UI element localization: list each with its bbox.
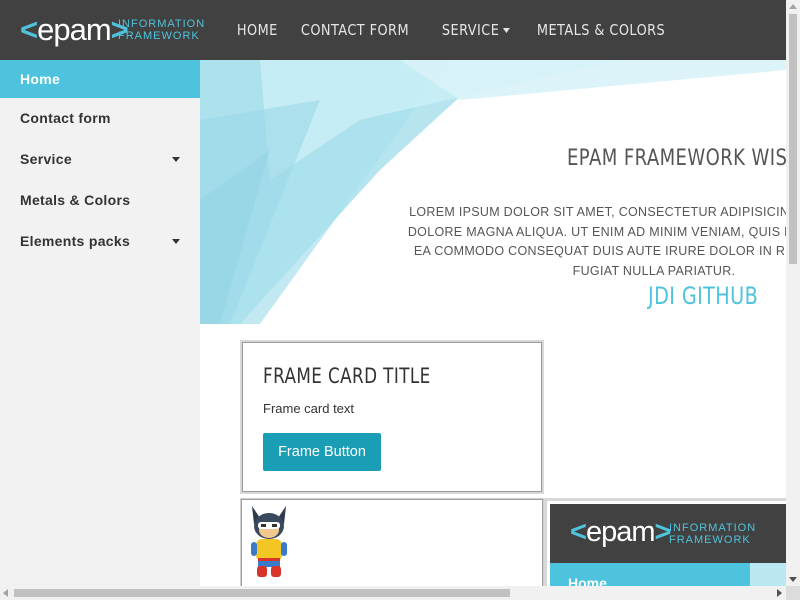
frame-card-title: FRAME CARD TITLE	[263, 364, 431, 388]
sidebar-item-elements-packs[interactable]: Elements packs	[0, 221, 200, 262]
scroll-up-icon[interactable]	[789, 4, 797, 9]
mini-epam-logo: <epam>	[570, 516, 671, 548]
sidebar-item-contact-form[interactable]: Contact form	[0, 98, 200, 139]
hero-text: LOREM IPSUM DOLOR SIT AMET, CONSECTETUR …	[334, 203, 786, 281]
sidebar-item-home[interactable]: Home	[0, 60, 200, 98]
logo-subtitle: INFORMATION FRAMEWORK	[118, 18, 205, 42]
caret-down-icon	[172, 239, 180, 244]
mini-header: <epam> INFORMATION FRAMEWORK	[550, 504, 786, 563]
horizontal-scroll-thumb[interactable]	[14, 589, 510, 597]
vertical-scroll-thumb[interactable]	[789, 14, 797, 264]
hero-title: EPAM FRAMEWORK WIS	[567, 146, 786, 171]
wolverine-icon	[251, 506, 287, 577]
nav-home[interactable]: HOME	[224, 0, 291, 60]
hero-banner: EPAM FRAMEWORK WIS LOREM IPSUM DOLOR SIT…	[200, 60, 786, 324]
top-nav: HOME CONTACT FORM SERVICE METALS & COLOR…	[224, 0, 689, 60]
mini-logo-subtitle-line1: INFORMATION	[669, 522, 757, 534]
epam-logo-mark: <epam>	[20, 12, 129, 47]
nav-service[interactable]: SERVICE	[429, 0, 523, 60]
mini-logo-text: epam	[585, 516, 656, 548]
sidebar: Home Contact form Service Metals & Color…	[0, 60, 200, 600]
hero-text-line: EA COMMODO CONSEQUAT DUIS AUTE IRURE DOL…	[413, 244, 786, 258]
vertical-scrollbar[interactable]	[786, 0, 800, 586]
logo-text: epam	[37, 12, 112, 47]
scroll-left-icon[interactable]	[3, 589, 8, 597]
scroll-down-icon[interactable]	[789, 577, 797, 582]
epam-logo[interactable]: <epam>	[20, 12, 129, 47]
frame-card-text: Frame card text	[263, 401, 355, 416]
nav-contact-form[interactable]: CONTACT FORM	[288, 0, 422, 60]
nav-contact-form-label: CONTACT FORM	[300, 21, 409, 39]
hero-text-line: LOREM IPSUM DOLOR SIT AMET, CONSECTETUR …	[409, 205, 786, 219]
mini-logo-subtitle: INFORMATION FRAMEWORK	[669, 522, 756, 546]
sidebar-item-metals-colors[interactable]: Metals & Colors	[0, 180, 200, 221]
caret-down-icon	[172, 157, 180, 162]
scroll-right-icon[interactable]	[777, 589, 782, 597]
sidebar-item-label: Metals & Colors	[20, 192, 131, 208]
sidebar-item-label: Contact form	[20, 110, 111, 126]
logo-subtitle-line1: INFORMATION	[118, 18, 206, 30]
hero-text-line: FUGIAT NULLA PARIATUR.	[572, 263, 736, 278]
nav-metals-colors[interactable]: METALS & COLORS	[524, 0, 678, 60]
mini-hero	[750, 563, 786, 586]
horizontal-scrollbar[interactable]	[0, 586, 786, 600]
sidebar-item-label: Service	[20, 151, 72, 167]
mini-site-preview: <epam> INFORMATION FRAMEWORK Home	[544, 498, 786, 586]
sidebar-item-label: Elements packs	[20, 233, 131, 249]
image-frame	[240, 498, 544, 586]
mini-sidebar-home: Home	[550, 563, 750, 586]
nav-service-label: SERVICE	[442, 21, 500, 39]
jdi-github-link[interactable]: JDI GITHUB	[648, 282, 758, 310]
nav-metals-colors-label: METALS & COLORS	[536, 21, 666, 39]
scrollbar-corner	[786, 586, 800, 600]
nav-home-label: HOME	[236, 21, 278, 39]
frame-card: FRAME CARD TITLE Frame card text Frame B…	[240, 340, 544, 494]
hero-text-line: DOLORE MAGNA ALIQUA. UT ENIM AD MINIM VE…	[407, 224, 786, 239]
sidebar-item-label: Home	[20, 71, 61, 87]
caret-down-icon	[502, 28, 510, 33]
logo-subtitle-line2: FRAMEWORK	[118, 30, 200, 42]
frame-button[interactable]: Frame Button	[263, 433, 381, 471]
top-header: <epam> INFORMATION FRAMEWORK HOME CONTAC…	[0, 0, 786, 60]
mini-home-label: Home	[568, 575, 607, 586]
sidebar-item-service[interactable]: Service	[0, 139, 200, 180]
mini-logo-subtitle-line2: FRAMEWORK	[669, 534, 751, 546]
main-content: EPAM FRAMEWORK WIS LOREM IPSUM DOLOR SIT…	[200, 60, 786, 586]
